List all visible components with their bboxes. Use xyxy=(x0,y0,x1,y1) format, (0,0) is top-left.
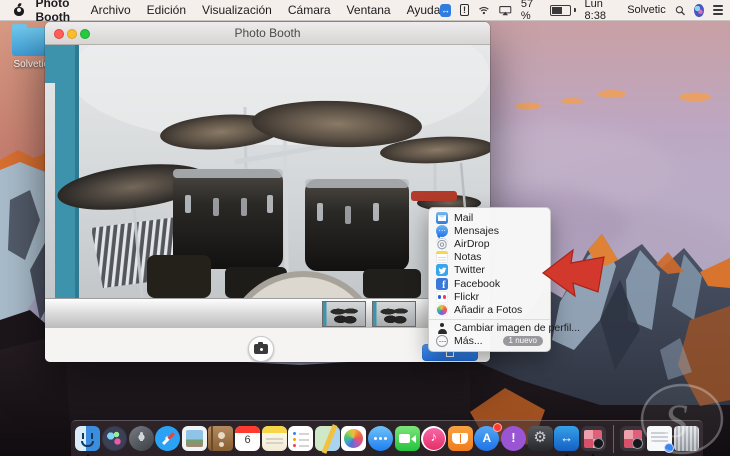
dock-item-teamviewer[interactable] xyxy=(554,426,580,456)
dock-item-photo-booth[interactable] xyxy=(580,426,606,456)
teamviewer-menubar-icon[interactable]: ↔ xyxy=(440,3,451,17)
photos-icon xyxy=(436,303,448,316)
menu-camara[interactable]: Cámara xyxy=(288,3,331,17)
notes-icon xyxy=(436,251,448,264)
share-item-label: Cambiar imagen de perfil... xyxy=(454,322,581,335)
siri-menubar-icon[interactable] xyxy=(693,3,705,17)
input-alert-icon[interactable]: ! xyxy=(459,4,470,16)
dock-item-launchpad[interactable] xyxy=(128,426,154,451)
share-item-label: Facebook xyxy=(454,277,501,290)
battery-percent: 57 % xyxy=(520,0,534,22)
photo-thumbnail[interactable] xyxy=(372,301,416,327)
airplay-display-icon[interactable] xyxy=(499,4,512,17)
menu-ayuda[interactable]: Ayuda xyxy=(407,3,441,17)
wifi-icon[interactable] xyxy=(478,4,490,16)
dock-item-finder[interactable] xyxy=(75,426,101,456)
facebook-icon xyxy=(436,277,448,291)
menu-edicion[interactable]: Edición xyxy=(147,3,186,17)
share-menu-item-flickr[interactable]: Flickr xyxy=(429,290,550,303)
red-arrow-annotation xyxy=(541,248,605,298)
twitter-icon xyxy=(436,264,448,277)
menu-separator xyxy=(429,318,550,320)
dock-item-app-store[interactable] xyxy=(474,423,503,451)
more-icon xyxy=(436,335,448,348)
menubar-app-name[interactable]: Photo Booth xyxy=(35,0,74,24)
dock: 6 xyxy=(71,420,703,456)
share-item-label: Twitter xyxy=(454,264,485,277)
share-item-label: Añadir a Fotos xyxy=(454,303,523,316)
window-titlebar[interactable]: Photo Booth xyxy=(45,22,490,45)
dock-item-safari[interactable] xyxy=(155,426,181,451)
share-menu-item-cambiar-imagen[interactable]: Cambiar imagen de perfil... xyxy=(429,322,580,335)
dock-item-system-preferences[interactable] xyxy=(527,426,553,451)
thumbnail-strip xyxy=(45,298,490,328)
photo-booth-window: Photo Booth xyxy=(45,22,490,362)
share-menu-item-mensajes[interactable]: Mensajes xyxy=(429,224,550,237)
calendar-day: 6 xyxy=(244,434,251,446)
share-item-label: Mail xyxy=(454,211,474,224)
window-title: Photo Booth xyxy=(234,26,301,40)
profile-icon xyxy=(436,322,448,334)
flickr-icon xyxy=(436,290,448,303)
menubar: Photo Booth Archivo Edición Visualizació… xyxy=(0,0,730,24)
notification-center-icon[interactable] xyxy=(713,5,723,15)
dock-item-downloads[interactable] xyxy=(646,426,674,453)
dock-item-messages[interactable] xyxy=(368,426,393,451)
dock-item-siri[interactable] xyxy=(102,426,128,451)
dock-separator xyxy=(612,424,614,453)
drums-photo xyxy=(45,22,490,362)
dock-item-preview[interactable] xyxy=(181,426,207,451)
airdrop-icon xyxy=(436,237,448,250)
photo-thumbnail[interactable] xyxy=(322,301,366,327)
spotlight-icon[interactable] xyxy=(675,4,685,17)
menubar-user[interactable]: Solvetic xyxy=(627,4,666,16)
dock-item-alert-app[interactable] xyxy=(500,426,526,451)
menu-visualizacion[interactable]: Visualización xyxy=(202,3,272,17)
mail-icon xyxy=(436,211,448,224)
battery-icon[interactable] xyxy=(549,4,576,16)
dock-item-contacts[interactable] xyxy=(208,426,234,451)
dock-item-facetime[interactable] xyxy=(394,426,420,451)
share-menu-item-notas[interactable]: Notas xyxy=(429,251,550,264)
dock-item-itunes[interactable] xyxy=(421,426,447,451)
dock-item-maps[interactable] xyxy=(314,426,340,451)
share-menu-item-anadir-a-fotos[interactable]: Añadir a Fotos xyxy=(429,303,550,316)
share-menu-item-facebook[interactable]: Facebook xyxy=(429,277,550,291)
camera-icon xyxy=(254,342,268,354)
apple-menu-icon[interactable] xyxy=(14,2,25,16)
camera-preview xyxy=(45,22,490,362)
share-item-label: Más... xyxy=(454,335,483,348)
menu-archivo[interactable]: Archivo xyxy=(91,3,131,17)
share-item-label: Flickr xyxy=(454,290,480,303)
new-badge: 1 nuevo xyxy=(502,336,543,347)
share-menu-item-airdrop[interactable]: AirDrop xyxy=(429,237,550,250)
dock-item-photos[interactable] xyxy=(341,426,367,451)
take-photo-button[interactable] xyxy=(248,336,274,362)
menu-ventana[interactable]: Ventana xyxy=(347,3,391,17)
dock-item-ibooks[interactable] xyxy=(447,426,473,451)
share-item-label: Notas xyxy=(454,251,482,264)
share-menu-item-twitter[interactable]: Twitter xyxy=(429,264,550,277)
dock-item-trash[interactable] xyxy=(673,426,699,451)
messages-icon xyxy=(436,224,448,237)
share-menu-item-mail[interactable]: Mail xyxy=(429,211,550,224)
dock-item-photo-booth-stack[interactable] xyxy=(620,426,646,451)
share-menu: Mail Mensajes AirDrop Notas Twitter Face… xyxy=(428,207,580,352)
share-menu-item-mas[interactable]: Más... 1 nuevo xyxy=(429,335,550,348)
share-item-label: AirDrop xyxy=(454,237,490,250)
window-toolbar xyxy=(45,328,490,362)
share-item-label: Mensajes xyxy=(454,224,499,237)
menubar-clock[interactable]: Lun 8:38 xyxy=(585,0,619,22)
dock-item-notes[interactable] xyxy=(261,426,287,451)
dock-item-reminders[interactable] xyxy=(288,426,314,451)
dock-item-calendar[interactable]: 6 xyxy=(235,426,261,451)
desktop-screen: Photo Booth Archivo Edición Visualizació… xyxy=(0,0,730,456)
